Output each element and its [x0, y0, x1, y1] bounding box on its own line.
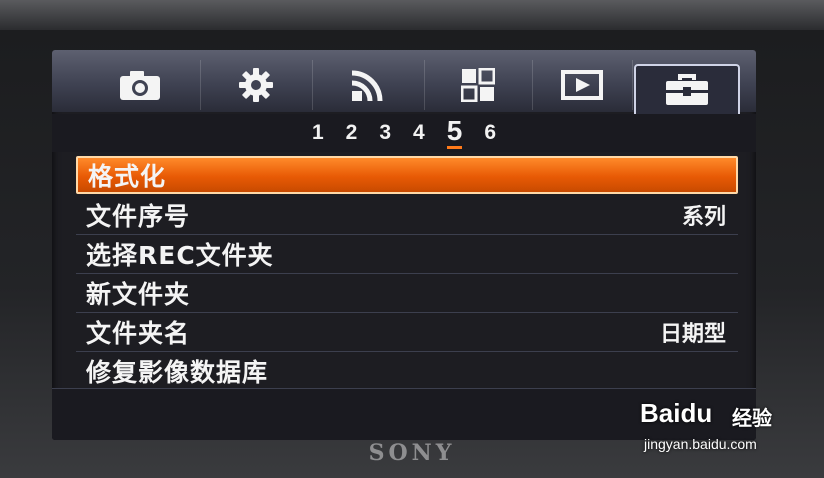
camera-screen: 1 2 3 4 5 6 格式化 文件序号 系列 选择REC文件夹 新文件夹 文件…: [52, 50, 756, 440]
menu-item-value: 日期型: [659, 322, 726, 347]
menu-item-file-number[interactable]: 文件序号 系列: [76, 196, 738, 235]
menu-item-label: 新文件夹: [86, 280, 191, 309]
page-2[interactable]: 2: [346, 121, 358, 145]
menu-item-select-rec-folder[interactable]: 选择REC文件夹: [76, 235, 738, 274]
camera-icon: [118, 69, 162, 101]
menu-item-folder-name[interactable]: 文件夹名 日期型: [76, 313, 738, 352]
camera-top-bezel: [0, 0, 824, 30]
menu-item-label: 修复影像数据库: [86, 358, 269, 387]
camera-body: 1 2 3 4 5 6 格式化 文件序号 系列 选择REC文件夹 新文件夹 文件…: [0, 0, 824, 478]
watermark-url: jingyan.baidu.com: [644, 436, 757, 452]
watermark: Baidu 经验 jingyan.baidu.com: [640, 388, 820, 458]
page-3[interactable]: 3: [379, 121, 391, 145]
menu-item-format[interactable]: 格式化: [76, 156, 738, 194]
tab-wireless[interactable]: [312, 60, 425, 110]
playback-icon: [561, 70, 603, 100]
watermark-label: 经验: [732, 406, 772, 430]
menu-item-label: 文件夹名: [86, 319, 191, 348]
menu-item-label: 格式化: [88, 162, 167, 191]
setup-menu-list: 格式化 文件序号 系列 选择REC文件夹 新文件夹 文件夹名 日期型 修复影像数…: [76, 156, 738, 391]
menu-tab-bar: [52, 50, 756, 114]
watermark-logo: Baidu: [640, 398, 713, 428]
menu-item-new-folder[interactable]: 新文件夹: [76, 274, 738, 313]
page-indicator: 1 2 3 4 5 6: [52, 114, 756, 152]
tab-custom-settings[interactable]: [200, 60, 313, 110]
tab-playback[interactable]: [532, 60, 633, 110]
tab-shooting[interactable]: [80, 60, 201, 110]
page-6[interactable]: 6: [484, 121, 496, 145]
toolbox-icon: [664, 73, 710, 107]
tab-setup[interactable]: [634, 64, 740, 114]
page-4[interactable]: 4: [413, 121, 425, 145]
page-1[interactable]: 1: [312, 121, 324, 145]
menu-item-value: 系列: [681, 205, 726, 230]
gear-icon: [238, 67, 274, 103]
wireless-icon: [350, 67, 386, 103]
tab-applications[interactable]: [424, 60, 533, 110]
page-5-current[interactable]: 5: [446, 117, 463, 149]
menu-item-label: 文件序号: [86, 202, 191, 231]
menu-item-label: 选择REC文件夹: [86, 241, 274, 270]
menu-item-recover-image-db[interactable]: 修复影像数据库: [76, 352, 738, 391]
apps-grid-icon: [461, 68, 495, 102]
